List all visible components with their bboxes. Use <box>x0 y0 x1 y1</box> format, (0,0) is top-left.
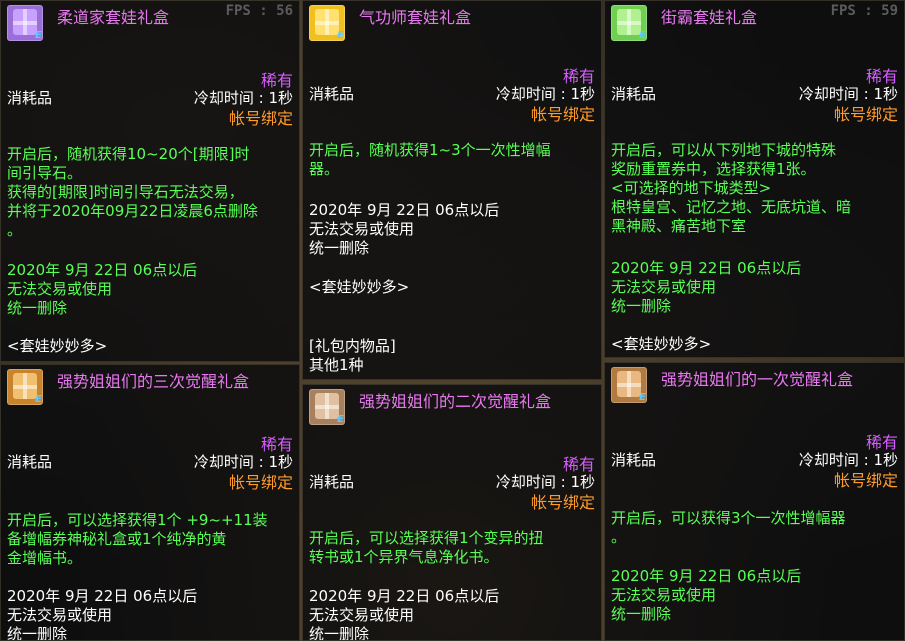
item-title: 强势姐姐们的二次觉醒礼盒 <box>359 392 552 411</box>
desc-line: 间引导石。 <box>7 164 83 182</box>
desc-line: 根特皇宫、记忆之地、无底坑道、暗 <box>611 198 852 216</box>
tooltip-header: E 强势姐姐们的二次觉醒礼盒 <box>303 385 601 429</box>
desc-line: 转书或1个异界气息净化书。 <box>309 548 499 566</box>
expiry-line: 无法交易或使用 <box>7 280 113 298</box>
expiry-line: 统一删除 <box>7 299 68 317</box>
contents-line: 其他1种 <box>309 356 364 374</box>
desc-line: 开启后，随机获得10~20个[期限]时 <box>7 145 250 163</box>
series-label: <套娃妙妙多> <box>309 278 410 296</box>
item-title: 街霸套娃礼盒 <box>661 8 758 27</box>
item-description: 开启后，可以获得3个一次性增幅器 。 <box>611 509 898 547</box>
gift-box-purple-icon[interactable]: E <box>7 5 43 41</box>
expiry-line: 统一删除 <box>309 625 370 641</box>
item-tooltip-streetfighter-gift-box: E 街霸套娃礼盒 FPS : 59 稀有 消耗品 冷却时间 : 1秒 帐号绑定 … <box>604 0 905 358</box>
item-title: 柔道家套娃礼盒 <box>57 8 170 27</box>
item-expiry: 2020年 9月 22日 06点以后 无法交易或使用 统一删除 <box>309 201 595 258</box>
expiry-line: 无法交易或使用 <box>309 606 415 624</box>
desc-line: 奖励重置券中，选择获得1张。 <box>611 160 816 178</box>
item-description: 开启后，可以选择获得1个变异的扭 转书或1个异界气息净化书。 <box>309 529 595 567</box>
contents-header: [礼包内物品] <box>309 337 396 355</box>
fps-counter: FPS : 59 <box>830 3 898 19</box>
item-type: 消耗品 <box>7 89 53 107</box>
expiry-line: 2020年 9月 22日 06点以后 <box>7 587 198 605</box>
desc-line: 器。 <box>309 160 340 178</box>
item-tooltip-third-awakening-box: E 强势姐姐们的三次觉醒礼盒 稀有 消耗品 冷却时间 : 1秒 帐号绑定 开启后… <box>0 364 300 641</box>
desc-line: 。 <box>611 528 627 546</box>
expiry-line: 统一删除 <box>611 605 672 623</box>
expiry-line: 2020年 9月 22日 06点以后 <box>309 587 500 605</box>
item-expiry: 2020年 9月 22日 06点以后 无法交易或使用 统一删除 <box>7 261 293 318</box>
item-title: 强势姐姐们的一次觉醒礼盒 <box>661 370 854 389</box>
item-title: 强势姐姐们的三次觉醒礼盒 <box>57 372 250 391</box>
item-type: 消耗品 <box>309 473 355 491</box>
tooltip-header: E 街霸套娃礼盒 FPS : 59 <box>605 1 904 45</box>
desc-line: 开启后，可以选择获得1个变异的扭 <box>309 529 544 547</box>
expiry-line: 统一删除 <box>309 239 370 257</box>
treasure-chest-icon[interactable]: E <box>309 389 345 425</box>
desc-line: <可选择的地下城类型> <box>611 179 772 197</box>
desc-line: 并将于2020年09月22日凌晨6点删除 <box>7 202 258 220</box>
item-bind-type: 帐号绑定 <box>530 493 595 512</box>
desc-line: 开启后，随机获得1~3个一次性增幅 <box>309 141 551 159</box>
desc-line: 。 <box>7 221 23 239</box>
expiry-line: 2020年 9月 22日 06点以后 <box>611 259 802 277</box>
item-description: 开启后，可以选择获得1个 +9~+11装 备增幅券神秘礼盒或1个纯净的黄 金增幅… <box>7 511 293 568</box>
item-tooltip-qigong-gift-box: E 气功师套娃礼盒 稀有 消耗品 冷却时间 : 1秒 帐号绑定 开启后，随机获得… <box>302 0 602 380</box>
item-series: <套娃妙妙多> <box>309 278 595 297</box>
item-description: 开启后，随机获得10~20个[期限]时 间引导石。 获得的[期限]时间引导石无法… <box>7 145 293 240</box>
desc-line: 金增幅书。 <box>7 549 83 567</box>
item-description: 开启后，随机获得1~3个一次性增幅 器。 <box>309 141 595 179</box>
item-tooltip-first-awakening-box: E 强势姐姐们的一次觉醒礼盒 稀有 消耗品 冷却时间 : 1秒 帐号绑定 开启后… <box>604 362 905 641</box>
desc-line: 黑神殿、痛苦地下室 <box>611 217 747 235</box>
expiry-line: 无法交易或使用 <box>7 606 113 624</box>
gift-box-green-icon[interactable]: E <box>611 5 647 41</box>
item-type: 消耗品 <box>7 453 53 471</box>
treasure-chest-icon[interactable]: E <box>7 369 43 405</box>
desc-line: 开启后，可以选择获得1个 +9~+11装 <box>7 511 268 529</box>
item-bind-type: 帐号绑定 <box>228 109 293 128</box>
item-type: 消耗品 <box>611 85 657 103</box>
item-bind-type: 帐号绑定 <box>833 105 898 124</box>
series-label: <套娃妙妙多> <box>611 335 712 353</box>
treasure-chest-icon[interactable]: E <box>611 367 647 403</box>
desc-line: 备增幅券神秘礼盒或1个纯净的黄 <box>7 530 227 548</box>
expiry-line: 统一删除 <box>7 625 68 641</box>
item-tooltip-judo-gift-box: E 柔道家套娃礼盒 FPS : 56 稀有 消耗品 冷却时间 : 1秒 帐号绑定… <box>0 0 300 362</box>
item-description: 开启后，可以从下列地下城的特殊 奖励重置券中，选择获得1张。 <可选择的地下城类… <box>611 141 898 236</box>
expiry-line: 2020年 9月 22日 06点以后 <box>7 261 198 279</box>
tooltip-header: E 强势姐姐们的三次觉醒礼盒 <box>1 365 299 409</box>
expiry-line: 2020年 9月 22日 06点以后 <box>611 567 802 585</box>
item-expiry: 2020年 9月 22日 06点以后 无法交易或使用 统一删除 <box>7 587 293 641</box>
item-expiry: 2020年 9月 22日 06点以后 无法交易或使用 统一删除 <box>611 259 898 316</box>
expiry-line: 无法交易或使用 <box>611 586 717 604</box>
tooltip-header: E 强势姐姐们的一次觉醒礼盒 <box>605 363 904 407</box>
desc-line: 获得的[期限]时间引导石无法交易， <box>7 183 244 201</box>
item-type: 消耗品 <box>611 451 657 469</box>
series-label: <套娃妙妙多> <box>7 337 108 355</box>
item-tooltip-second-awakening-box: E 强势姐姐们的二次觉醒礼盒 稀有 消耗品 冷却时间 : 1秒 帐号绑定 开启后… <box>302 384 602 641</box>
expiry-line: 无法交易或使用 <box>309 220 415 238</box>
desc-line: 开启后，可以获得3个一次性增幅器 <box>611 509 846 527</box>
item-series: <套娃妙妙多> <box>611 335 898 354</box>
expiry-line: 2020年 9月 22日 06点以后 <box>309 201 500 219</box>
gift-box-yellow-icon[interactable]: E <box>309 5 345 41</box>
item-bind-type: 帐号绑定 <box>833 471 898 490</box>
item-bind-type: 帐号绑定 <box>530 105 595 124</box>
expiry-line: 无法交易或使用 <box>611 278 717 296</box>
item-title: 气功师套娃礼盒 <box>359 8 472 27</box>
tooltip-header: E 气功师套娃礼盒 <box>303 1 601 45</box>
desc-line: 开启后，可以从下列地下城的特殊 <box>611 141 837 159</box>
item-type: 消耗品 <box>309 85 355 103</box>
tooltip-header: E 柔道家套娃礼盒 FPS : 56 <box>1 1 299 45</box>
item-bind-type: 帐号绑定 <box>228 473 293 492</box>
expiry-line: 统一删除 <box>611 297 672 315</box>
item-contents: [礼包内物品] 其他1种 <box>309 337 595 375</box>
item-expiry: 2020年 9月 22日 06点以后 无法交易或使用 统一删除 <box>309 587 595 641</box>
fps-counter: FPS : 56 <box>225 3 293 19</box>
item-expiry: 2020年 9月 22日 06点以后 无法交易或使用 统一删除 <box>611 567 898 624</box>
item-series: <套娃妙妙多> <box>7 337 293 356</box>
